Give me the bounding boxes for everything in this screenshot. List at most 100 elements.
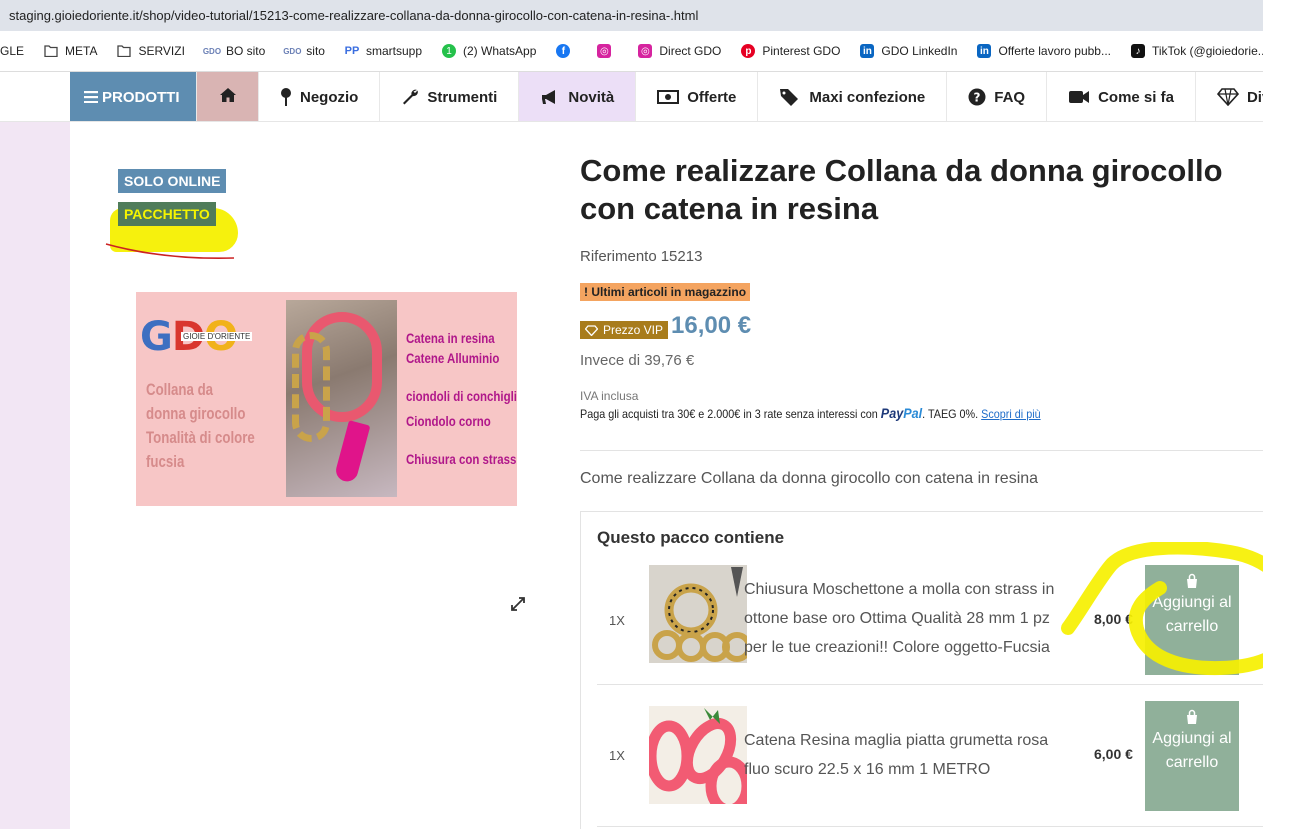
paypal-logo: Pal [903,405,923,421]
nav-maxi-confezione[interactable]: Maxi confezione [758,72,948,121]
url-text[interactable]: staging.gioiedoriente.it/shop/video-tuto… [9,8,698,23]
bookmark-facebook[interactable]: f [556,44,577,58]
bookmark-offerte-lavoro[interactable]: in Offerte lavoro pubb... [977,44,1111,58]
pack-title: Questo pacco contiene [597,528,785,547]
tiktok-icon: ♪ [1130,44,1145,58]
diamond-icon [1216,88,1239,106]
nav-label: Offerte [687,88,737,106]
bookmark-bo-sito[interactable]: GDO BO sito [202,44,266,58]
diamond-icon [585,324,598,336]
bookmark-smartsupp[interactable]: PP smartsupp [345,44,422,58]
linkedin-icon: in [977,44,992,58]
stock-badge: ! Ultimi articoli in magazzino [580,283,751,301]
nav-div[interactable]: Div [1196,72,1263,121]
nav-home[interactable] [197,72,259,121]
instagram-icon: ◎ [597,44,612,58]
vip-label: Prezzo VIP [603,323,664,337]
bookmark-linkedin[interactable]: in GDO LinkedIn [860,44,957,58]
bookmark-label: TikTok (@gioiedorie... [1151,44,1263,58]
nav-come-si-fa[interactable]: Come si fa [1047,72,1196,121]
linkedin-icon: in [860,44,875,58]
bookmark-servizi[interactable]: SERVIZI [117,44,185,58]
svg-text:?: ? [974,91,981,105]
image-right-text: Catena in resina [406,330,495,346]
video-icon [1068,89,1090,105]
nav-label: Maxi confezione [809,88,926,106]
pack-item-name[interactable]: Catena Resina maglia piatta grumetta ros… [744,726,1074,784]
wrench-icon [401,88,419,106]
bookmark-whatsapp[interactable]: 1 (2) WhatsApp [442,44,536,58]
gdo-icon: GDO [283,46,302,56]
tags-icon [779,88,801,106]
product-image[interactable]: GDO GIOIE D'ORIENTE Collana da donna gir… [136,292,517,506]
folder-icon [44,44,58,58]
bookmark-direct-gdo[interactable]: ◎ Direct GDO [638,44,721,58]
vip-price-badge: Prezzo VIP [580,321,669,339]
bookmark-label: BO sito [225,44,266,58]
nav-label: Div [1246,88,1263,106]
divider [597,684,1263,685]
smartsupp-icon: PP [344,45,360,57]
left-stripe [0,122,70,829]
page: staging.gioiedoriente.it/shop/video-tuto… [0,0,1301,829]
bookmark-meta[interactable]: META [44,44,97,58]
bookmark-gle[interactable]: GLE [0,44,24,58]
nav-label: Strumenti [427,88,498,106]
window-edge [1263,0,1301,829]
image-right-text: Ciondolo corno [406,413,491,429]
pack-item: 1X Catena Resina maglia piatta grumetta … [597,701,1267,811]
add-to-cart-button[interactable]: Aggiungi al carrello [1145,565,1239,675]
megaphone-icon [540,89,560,105]
bookmark-sito[interactable]: GDO sito [283,44,325,58]
old-price: Invece di 39,76 € [580,352,695,369]
shopping-bag-icon [1187,573,1197,588]
reference-value: 15213 [660,248,703,265]
image-right-text: ciondoli di conchiglie [406,388,517,404]
bookmark-label: Pinterest GDO [762,44,841,58]
main-nav: PRODOTTI Negozio Strumenti Novità Offert… [0,72,1263,122]
expand-icon[interactable] [509,595,527,613]
image-left-text: Collana da donna girocollo Tonalità di c… [146,380,255,471]
paypal-learn-more-link[interactable]: Scopri di più [981,407,1040,421]
pack-item-thumbnail[interactable] [649,706,747,804]
pack-item-price: 8,00 € [1094,611,1133,627]
pack-item-price: 6,00 € [1094,746,1133,762]
pack-item-qty: 1X [609,613,625,628]
address-bar[interactable]: staging.gioiedoriente.it/shop/video-tuto… [0,0,1263,31]
paypal-logo: Pay [880,405,904,421]
paypal-taeg: . TAEG 0%. [922,407,979,421]
pack-item-thumbnail[interactable] [649,565,747,663]
product-reference: Riferimento 15213 [580,248,702,265]
pinterest-icon: p [741,44,756,58]
pack-item: 1X Chiusura Moschettone a molla con stra… [597,565,1267,675]
gdo-logo-text: GIOIE D'ORIENTE [181,332,253,341]
product-title: Come realizzare Collana da donna girocol… [580,153,1223,226]
pack-item-name[interactable]: Chiusura Moschettone a molla con strass … [744,575,1074,662]
divider [580,450,1263,451]
red-underline-mark [105,243,235,260]
nav-faq[interactable]: ? FAQ [947,72,1048,121]
paypal-text: Paga gli acquisti tra 30€ e 2.000€ in 3 … [580,407,878,421]
pacchetto-badge: PACCHETTO [118,202,216,226]
bookmark-pinterest[interactable]: p Pinterest GDO [741,44,840,58]
nav-label: Come si fa [1098,88,1174,106]
bookmark-instagram[interactable]: ◎ [597,44,618,58]
add-to-cart-button[interactable]: Aggiungi al carrello [1145,701,1239,811]
tax-note: IVA inclusa [580,389,639,403]
nav-strumenti[interactable]: Strumenti [380,72,520,121]
bookmark-tiktok[interactable]: ♪ TikTok (@gioiedorie... [1130,44,1263,58]
paypal-installments: Paga gli acquisti tra 30€ e 2.000€ in 3 … [580,405,1041,421]
add-to-cart-label: Aggiungi al carrello [1152,730,1232,771]
menu-icon [84,91,98,103]
bookmark-label: sito [306,44,325,58]
nav-negozio[interactable]: Negozio [259,72,381,121]
bookmark-label: smartsupp [365,44,423,58]
gdo-icon: GDO [202,46,222,56]
nav-offerte[interactable]: Offerte [636,72,759,121]
question-icon: ? [968,88,986,106]
home-icon [219,87,237,107]
bookmark-label: Direct GDO [659,44,722,58]
nav-novita[interactable]: Novità [519,72,637,121]
nav-prodotti[interactable]: PRODOTTI [70,72,197,121]
